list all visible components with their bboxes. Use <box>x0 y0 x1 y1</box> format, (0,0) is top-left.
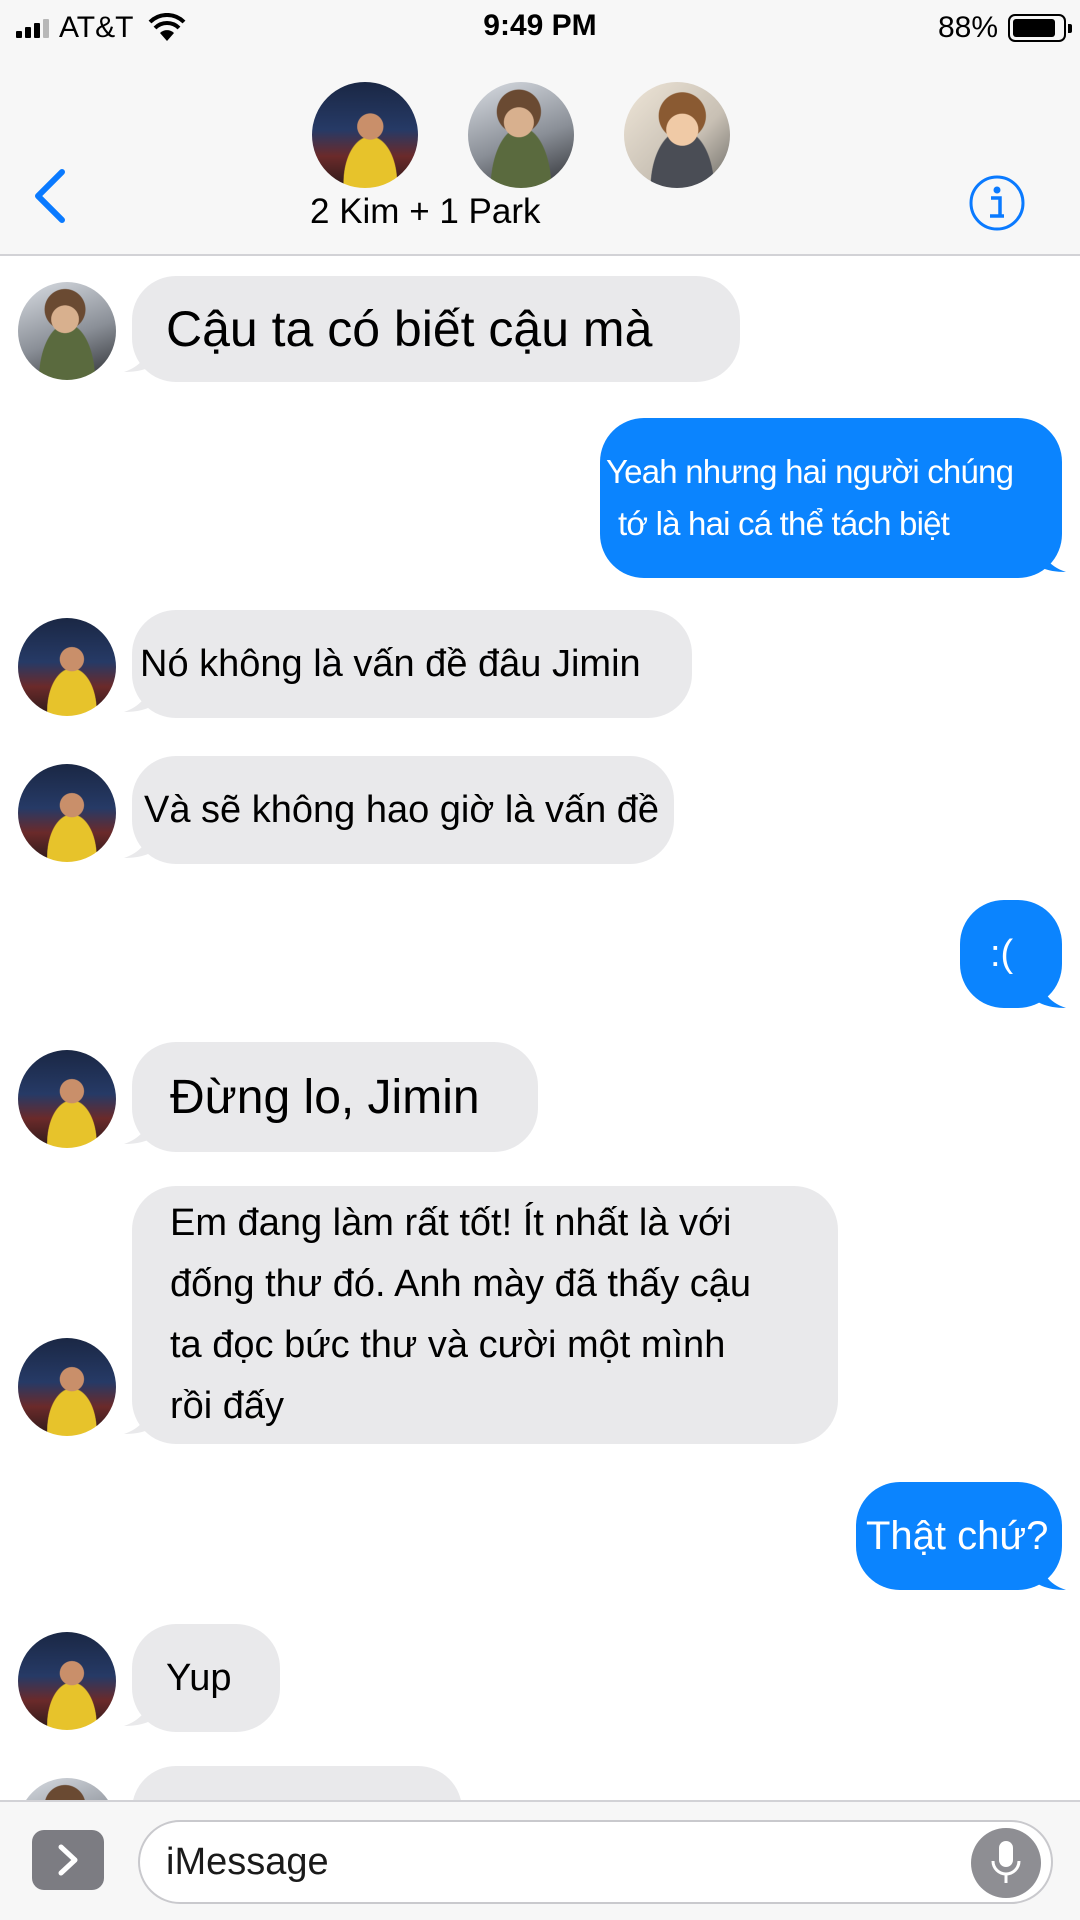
status-bar: AT&T 9:49 PM 88% <box>0 0 1080 56</box>
sender-avatar[interactable] <box>18 1778 116 1800</box>
conversation-header: 2 Kim + 1 Park <box>0 56 1080 256</box>
message-bubble[interactable]: Đừng lo, Jimin <box>132 1042 538 1152</box>
message-bubble[interactable]: Cậu ta có biết cậu mà <box>132 276 740 382</box>
message-bubble[interactable] <box>132 1766 462 1800</box>
chevron-right-icon[interactable] <box>32 1830 104 1890</box>
microphone-icon[interactable] <box>971 1828 1041 1898</box>
status-right: 88% <box>937 8 1072 48</box>
message-text: Thật chứ? <box>866 1513 1049 1558</box>
message-bubble[interactable]: :( <box>960 900 1062 1008</box>
message-bubble[interactable]: Và sẽ không hao giờ là vấn đề <box>132 756 674 864</box>
message-row: Đừng lo, Jimin <box>0 1042 1080 1154</box>
message-field[interactable] <box>138 1820 1053 1904</box>
message-row: Yeah nhưng hai người chúng tớ là hai cá … <box>0 418 1080 578</box>
message-row: Và sẽ không hao giờ là vấn đề <box>0 756 1080 866</box>
status-time: 9:49 PM <box>483 9 597 42</box>
sender-avatar[interactable] <box>18 1050 116 1148</box>
message-row: Em đang làm rất tốt! Ít nhất là với đống… <box>0 1186 1080 1444</box>
message-bubble[interactable]: Nó không là vấn đề đâu Jimin <box>132 610 692 718</box>
message-text-line: tớ là hai cá thể tách biệt <box>618 505 950 542</box>
message-row: Thật chứ? <box>0 1482 1080 1594</box>
message-text-line: ta đọc bức thư và cười một mình <box>170 1324 726 1366</box>
message-input-bar <box>0 1800 1080 1920</box>
participant-avatar[interactable] <box>624 82 730 188</box>
message-list[interactable]: Cậu ta có biết cậu mà Yeah nhưng hai ngư… <box>0 258 1080 1800</box>
message-bubble[interactable]: Yeah nhưng hai người chúng tớ là hai cá … <box>600 418 1062 578</box>
battery-percent: 88% <box>937 11 998 44</box>
sender-avatar[interactable] <box>18 1338 116 1436</box>
message-text: Và sẽ không hao giờ là vấn đề <box>144 788 660 831</box>
message-text: Cậu ta có biết cậu mà <box>166 301 653 357</box>
sender-avatar[interactable] <box>18 282 116 380</box>
message-text-line: Yeah nhưng hai người chúng <box>606 453 1014 490</box>
message-text: Nó không là vấn đề đâu Jimin <box>140 642 641 685</box>
battery-icon <box>1008 14 1072 42</box>
info-icon[interactable] <box>968 174 1026 232</box>
sender-avatar[interactable] <box>18 1632 116 1730</box>
battery-fill <box>1013 19 1056 37</box>
message-text-line: rồi đấy <box>170 1385 285 1427</box>
message-bubble[interactable]: Em đang làm rất tốt! Ít nhất là với đống… <box>132 1186 838 1444</box>
message-text: Yup <box>166 1656 232 1699</box>
message-row: Yup <box>0 1624 1080 1736</box>
message-text-line: Em đang làm rất tốt! Ít nhất là với <box>170 1202 732 1244</box>
message-row-partial <box>0 1766 1080 1800</box>
message-row: Cậu ta có biết cậu mà <box>0 258 1080 382</box>
message-bubble[interactable]: Thật chứ? <box>856 1482 1062 1590</box>
message-text: :( <box>990 932 1014 975</box>
sender-avatar[interactable] <box>18 618 116 716</box>
group-name[interactable]: 2 Kim + 1 Park <box>310 192 541 232</box>
chevron-left-icon[interactable] <box>28 166 72 226</box>
message-text: Đừng lo, Jimin <box>170 1070 480 1124</box>
message-text-line: đống thư đó. Anh mày đã thấy cậu <box>170 1263 752 1305</box>
participant-avatar[interactable] <box>468 82 574 188</box>
message-row: :( <box>0 900 1080 1012</box>
message-bubble[interactable]: Yup <box>132 1624 280 1732</box>
message-input[interactable] <box>166 1822 966 1902</box>
participant-avatar[interactable] <box>312 82 418 188</box>
group-avatars[interactable] <box>310 82 730 192</box>
message-row: Nó không là vấn đề đâu Jimin <box>0 610 1080 720</box>
sender-avatar[interactable] <box>18 764 116 862</box>
